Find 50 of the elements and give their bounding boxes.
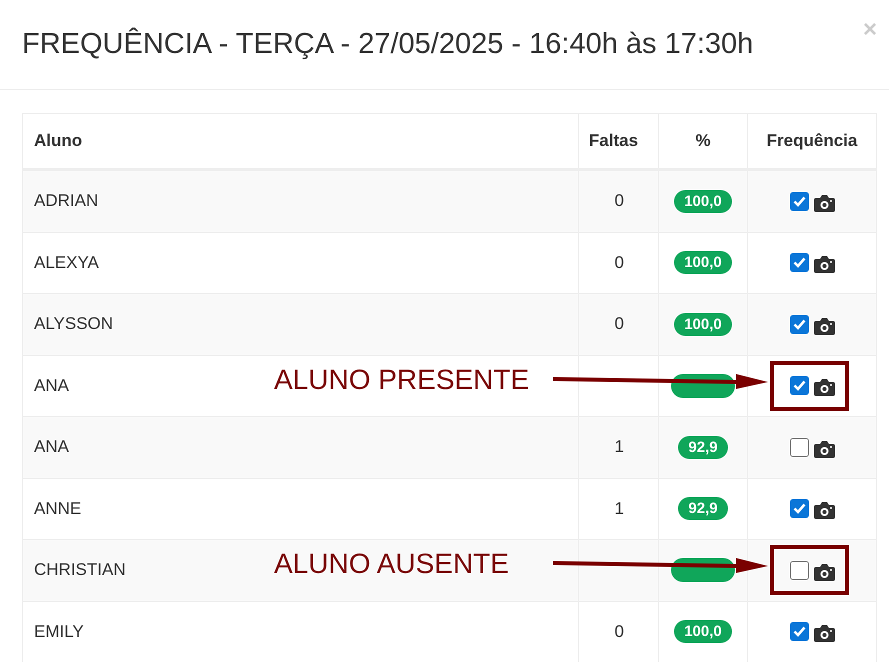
student-name: ANNE [34, 498, 82, 519]
camera-icon[interactable] [814, 440, 834, 458]
absence-count: 0 [614, 191, 624, 212]
modal-title: FREQUÊNCIA - TERÇA - 27/05/2025 - 16:40h às 17:30h [22, 28, 754, 61]
absence-count: 0 [614, 622, 624, 642]
absence-count: 0 [614, 252, 624, 273]
camera-icon[interactable] [814, 318, 834, 335]
percentage-badge: 100,0 [674, 190, 732, 213]
attendance-checkbox[interactable] [790, 560, 808, 580]
camera-icon[interactable] [814, 502, 834, 520]
percentage-badge: 92,9 [678, 436, 728, 459]
close-button[interactable]: × [862, 16, 877, 44]
column-header: Frequência [747, 114, 876, 168]
student-name: ANA [34, 376, 69, 396]
annotation-label: ALUNO PRESENTE [274, 364, 530, 396]
percentage-badge: 92,9 [678, 497, 728, 520]
checkmark-icon [792, 257, 806, 268]
camera-icon[interactable] [814, 379, 834, 396]
attendance-checkbox[interactable] [790, 499, 808, 518]
percentage-badge: 100,0 [674, 312, 732, 336]
absence-count: 1 [614, 498, 624, 519]
student-name: ALEXYA [34, 252, 99, 273]
percentage-badge: 100,0 [674, 620, 732, 644]
student-name: ALYSSON [34, 314, 114, 334]
attendance-checkbox[interactable] [790, 253, 808, 272]
student-name: CHRISTIAN [34, 560, 126, 580]
absence-count: 0 [614, 314, 624, 334]
camera-icon[interactable] [814, 256, 834, 274]
student-name: ANA [34, 437, 69, 458]
absence-count: 1 [614, 437, 624, 458]
attendance-checkbox[interactable] [790, 622, 808, 642]
attendance-checkbox[interactable] [790, 376, 808, 396]
percentage-badge: 100,0 [674, 251, 732, 274]
column-header: Faltas [578, 114, 658, 168]
attendance-checkbox[interactable] [790, 314, 808, 334]
annotation-label: ALUNO AUSENTE [274, 548, 509, 580]
camera-icon[interactable] [814, 564, 834, 581]
camera-icon[interactable] [814, 194, 834, 212]
column-header: Aluno [33, 130, 84, 152]
student-name: ADRIAN [34, 191, 98, 212]
checkmark-icon [792, 196, 806, 207]
camera-icon[interactable] [814, 625, 834, 642]
attendance-checkbox[interactable] [790, 438, 808, 457]
checkmark-icon [792, 626, 806, 638]
checkmark-icon [792, 503, 806, 514]
checkmark-icon [792, 318, 806, 330]
attendance-checkbox[interactable] [790, 192, 808, 211]
checkmark-icon [792, 380, 806, 392]
student-name: EMILY [34, 622, 84, 642]
column-header: % [658, 114, 747, 168]
